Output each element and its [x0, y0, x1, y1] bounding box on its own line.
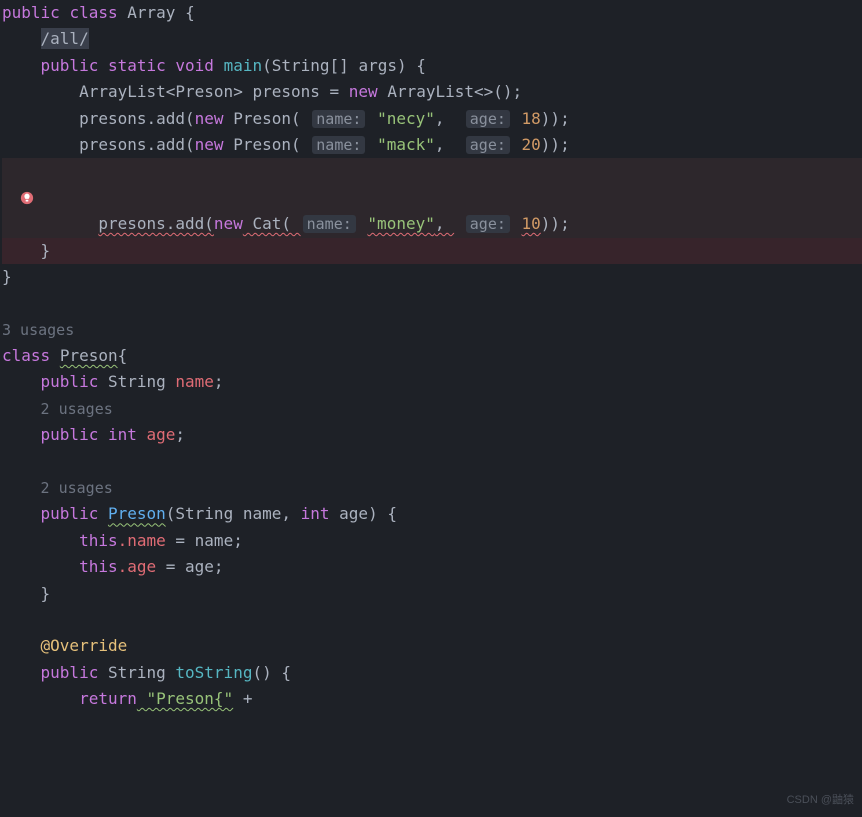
code-line[interactable]: this.name = name; [2, 528, 862, 554]
annotation-override: @Override [41, 636, 128, 655]
code-line[interactable]: } [2, 264, 862, 290]
code-line[interactable]: presons.add(new Preson( name: "necy", ag… [2, 106, 862, 132]
watermark: CSDN @鼬猿 [787, 791, 854, 809]
method-main: main [224, 56, 263, 75]
param-hint-age: age: [466, 110, 510, 128]
number-literal: 20 [522, 135, 541, 154]
constructor-preson: Preson [108, 504, 166, 523]
code-line[interactable]: public Preson(String name, int age) { [2, 501, 862, 527]
code-line[interactable]: public class Array { [2, 0, 862, 26]
code-line[interactable]: } [2, 238, 862, 264]
code-line[interactable]: public String name; [2, 369, 862, 395]
number-literal: 18 [522, 109, 541, 128]
method-tostring: toString [175, 663, 252, 682]
string-literal: "necy" [377, 109, 435, 128]
param-hint-name: name: [303, 215, 356, 233]
field-age: age [147, 425, 176, 444]
code-line[interactable]: public String toString() { [2, 660, 862, 686]
code-line[interactable]: @Override [2, 633, 862, 659]
usages-hint[interactable]: 2 usages [2, 396, 862, 422]
selected-text: /all/ [41, 28, 89, 49]
number-literal: 10 [522, 214, 541, 233]
code-line[interactable]: presons.add(new Preson( name: "mack", ag… [2, 132, 862, 158]
code-line[interactable]: ArrayList<Preson> presons = new ArrayLis… [2, 79, 862, 105]
keyword: class [69, 3, 117, 22]
usages-hint[interactable]: 2 usages [2, 475, 862, 501]
param-hint-name: name: [312, 110, 365, 128]
code-line-empty[interactable] [2, 449, 862, 475]
keyword: public [2, 3, 60, 22]
string-literal: "mack" [377, 135, 435, 154]
code-line[interactable]: public int age; [2, 422, 862, 448]
field-name: name [175, 372, 214, 391]
param-hint-name: name: [312, 136, 365, 154]
code-editor[interactable]: public class Array { /all/ public static… [0, 0, 862, 713]
class-preson: Preson [60, 346, 118, 365]
code-line-error[interactable]: presons.add(new Cat( name: "money", age:… [2, 158, 862, 237]
usages-hint[interactable]: 3 usages [2, 317, 862, 343]
param-hint-age: age: [466, 136, 510, 154]
code-line[interactable]: /all/ [2, 26, 862, 52]
code-line[interactable]: public static void main(String[] args) { [2, 53, 862, 79]
class-name: Array [127, 3, 175, 22]
param-hint-age: age: [466, 215, 510, 233]
code-line[interactable]: } [2, 581, 862, 607]
string-literal: "money" [367, 214, 434, 233]
code-line-empty[interactable] [2, 607, 862, 633]
code-line[interactable]: return "Preson{" + [2, 686, 862, 712]
error-bulb-icon[interactable] [20, 191, 34, 205]
code-line-empty[interactable] [2, 290, 862, 316]
code-line[interactable]: class Preson{ [2, 343, 862, 369]
code-line[interactable]: this.age = age; [2, 554, 862, 580]
